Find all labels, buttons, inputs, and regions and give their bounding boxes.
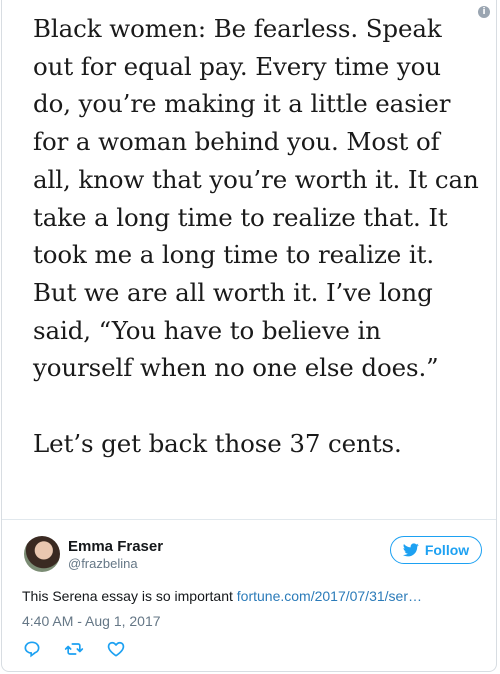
quote-text: Black women: Be fearless. Speak out for … — [33, 10, 483, 462]
quote-paragraph: Let’s get back those 37 cents. — [33, 428, 402, 458]
avatar[interactable] — [24, 536, 60, 572]
author-name[interactable]: Emma Fraser — [68, 538, 163, 555]
tweet-text: This Serena essay is so important fortun… — [22, 588, 482, 604]
author-handle[interactable]: @frazbelina — [68, 556, 138, 571]
action-bar — [22, 638, 126, 660]
tweet-card: i Black women: Be fearless. Speak out fo… — [1, 0, 497, 672]
tweet-link[interactable]: fortune.com/2017/07/31/ser… — [237, 588, 422, 604]
author-row: Emma Fraser @frazbelina Follow — [22, 536, 482, 576]
tweet-text-body: This Serena essay is so important — [22, 588, 237, 604]
quote-paragraph: Black women: Be fearless. Speak out for … — [33, 14, 479, 383]
quote-image[interactable]: i Black women: Be fearless. Speak out fo… — [2, 0, 496, 520]
reply-icon[interactable] — [22, 639, 42, 659]
retweet-icon[interactable] — [64, 639, 84, 659]
timestamp[interactable]: 4:40 AM - Aug 1, 2017 — [22, 613, 161, 629]
twitter-bird-icon — [402, 543, 419, 557]
heart-icon[interactable] — [106, 639, 126, 659]
follow-label: Follow — [424, 542, 470, 558]
follow-button[interactable]: Follow — [390, 536, 482, 564]
